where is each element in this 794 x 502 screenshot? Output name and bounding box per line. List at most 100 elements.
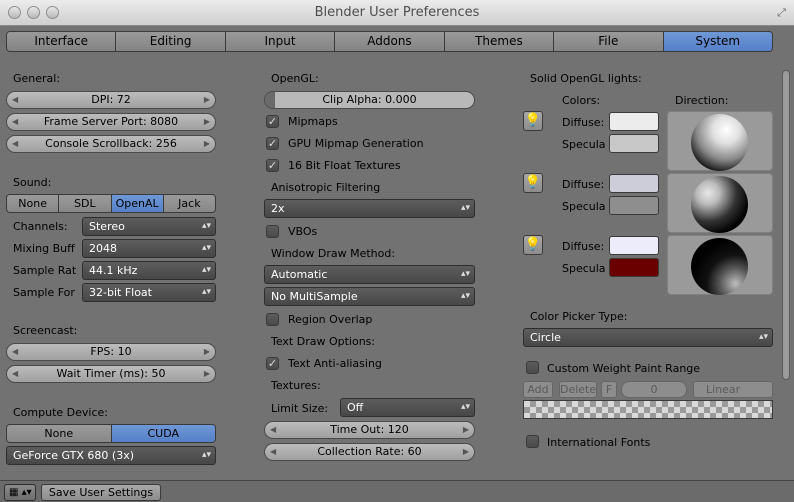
tab-addons[interactable]: Addons xyxy=(335,32,445,51)
checkmark-icon: ✓ xyxy=(267,357,278,370)
clip-alpha-slider[interactable]: Clip Alpha: 0.000 xyxy=(264,91,475,109)
decrement-icon[interactable]: ◀ xyxy=(270,444,276,460)
light-2-diffuse-swatch[interactable] xyxy=(609,174,659,193)
float-textures-checkbox[interactable]: ✓ xyxy=(266,159,279,172)
sample-rate-dropdown[interactable]: 44.1 kHz ▴▾ xyxy=(82,261,216,280)
preferences-tabs: Interface Editing Input Addons Themes Fi… xyxy=(6,31,773,52)
fullscreen-icon[interactable]: ⤢ xyxy=(775,6,788,19)
light-3-specular-label: Specula xyxy=(562,262,606,275)
collection-rate-field[interactable]: ◀ Collection Rate: 60 ▶ xyxy=(264,443,475,461)
window-title: Blender User Preferences xyxy=(314,5,480,20)
ramp-flip-button[interactable]: F xyxy=(601,381,617,398)
frame-server-port-field[interactable]: ◀ Frame Server Port: 8080 ▶ xyxy=(6,113,216,131)
multisample-dropdown[interactable]: No MultiSample ▴▾ xyxy=(264,287,475,306)
slider-fill xyxy=(265,92,275,108)
vbos-checkbox[interactable] xyxy=(266,225,279,238)
gpu-mipmap-label: GPU Mipmap Generation xyxy=(288,137,424,150)
compute-device-none[interactable]: None xyxy=(7,425,112,442)
colors-label: Colors: xyxy=(562,94,601,107)
preferences-icon: ▦ ▴▾ xyxy=(9,487,32,498)
limit-size-dropdown[interactable]: Off ▴▾ xyxy=(340,398,475,417)
time-out-field[interactable]: ◀ Time Out: 120 ▶ xyxy=(264,421,475,439)
scrollbar-thumb[interactable] xyxy=(782,70,790,380)
tab-system[interactable]: System xyxy=(663,32,772,51)
light-3-specular-swatch[interactable] xyxy=(609,258,659,277)
increment-icon[interactable]: ▶ xyxy=(204,114,210,130)
float-textures-label: 16 Bit Float Textures xyxy=(288,159,401,172)
light-1-specular-swatch[interactable] xyxy=(609,134,659,153)
window-titlebar: Blender User Preferences ⤢ xyxy=(0,0,794,26)
tab-file[interactable]: File xyxy=(554,32,664,51)
decrement-icon[interactable]: ◀ xyxy=(12,366,18,382)
light-3-direction-sphere[interactable] xyxy=(691,238,748,295)
fps-field[interactable]: ◀ FPS: 10 ▶ xyxy=(6,343,216,361)
updown-arrow-icon: ▴▾ xyxy=(460,203,470,213)
sound-device-sdl[interactable]: SDL xyxy=(59,195,112,212)
color-picker-type-dropdown[interactable]: Circle ▴▾ xyxy=(523,328,773,347)
decrement-icon[interactable]: ◀ xyxy=(12,92,18,108)
wait-timer-field[interactable]: ◀ Wait Timer (ms): 50 ▶ xyxy=(6,365,216,383)
tab-interface[interactable]: Interface xyxy=(7,32,117,51)
compute-device-cuda[interactable]: CUDA xyxy=(111,425,215,442)
updown-arrow-icon: ▴▾ xyxy=(460,269,470,279)
dpi-field[interactable]: ◀ DPI: 72 ▶ xyxy=(6,91,216,109)
light-3-direction-widget[interactable] xyxy=(667,235,773,295)
ramp-active-index-field[interactable]: 0 xyxy=(621,381,687,398)
region-overlap-checkbox[interactable] xyxy=(266,313,279,326)
decrement-icon[interactable]: ◀ xyxy=(12,136,18,152)
mixing-buffer-dropdown[interactable]: 2048 ▴▾ xyxy=(82,239,216,258)
window-draw-method-label: Window Draw Method: xyxy=(271,247,396,260)
decrement-icon[interactable]: ◀ xyxy=(12,344,18,360)
international-fonts-checkbox[interactable] xyxy=(526,435,539,448)
light-2-toggle[interactable]: 💡 xyxy=(523,173,543,193)
save-user-settings-button[interactable]: Save User Settings xyxy=(41,484,161,501)
increment-icon[interactable]: ▶ xyxy=(204,366,210,382)
increment-icon[interactable]: ▶ xyxy=(463,422,469,438)
window-draw-method-dropdown[interactable]: Automatic ▴▾ xyxy=(264,265,475,284)
mipmaps-checkbox[interactable]: ✓ xyxy=(266,115,279,128)
ramp-add-button[interactable]: Add xyxy=(523,381,553,398)
light-1-toggle[interactable]: 💡 xyxy=(523,111,543,131)
increment-icon[interactable]: ▶ xyxy=(204,344,210,360)
mixing-buffer-label: Mixing Buff xyxy=(13,242,75,255)
light-3-toggle[interactable]: 💡 xyxy=(523,235,543,255)
sound-device-jack[interactable]: Jack xyxy=(163,195,215,212)
light-1-specular-label: Specula xyxy=(562,138,606,151)
vertical-scrollbar[interactable] xyxy=(781,62,791,482)
increment-icon[interactable]: ▶ xyxy=(204,92,210,108)
anisotropic-filtering-dropdown[interactable]: 2x ▴▾ xyxy=(264,199,475,218)
tab-input[interactable]: Input xyxy=(225,32,336,51)
light-1-diffuse-swatch[interactable] xyxy=(609,112,659,131)
sample-format-dropdown[interactable]: 32-bit Float ▴▾ xyxy=(82,283,216,302)
updown-arrow-icon: ▴▾ xyxy=(201,265,211,275)
tab-editing[interactable]: Editing xyxy=(116,32,226,51)
ramp-interpolation-dropdown[interactable]: Linear xyxy=(693,381,773,398)
gpu-mipmap-checkbox[interactable]: ✓ xyxy=(266,137,279,150)
decrement-icon[interactable]: ◀ xyxy=(12,114,18,130)
increment-icon[interactable]: ▶ xyxy=(204,136,210,152)
gpu-device-dropdown[interactable]: GeForce GTX 680 (3x) ▴▾ xyxy=(6,446,216,465)
console-scrollback-field[interactable]: ◀ Console Scrollback: 256 ▶ xyxy=(6,135,216,153)
sample-format-label: Sample For xyxy=(13,286,75,299)
light-2-direction-sphere[interactable] xyxy=(691,176,748,233)
light-1-direction-sphere[interactable] xyxy=(691,114,748,171)
light-2-direction-widget[interactable] xyxy=(667,173,773,233)
region-overlap-label: Region Overlap xyxy=(288,313,373,326)
sound-device-openal[interactable]: OpenAL xyxy=(111,195,164,212)
light-3-diffuse-swatch[interactable] xyxy=(609,236,659,255)
light-2-specular-swatch[interactable] xyxy=(609,196,659,215)
ramp-delete-button[interactable]: Delete xyxy=(559,381,597,398)
decrement-icon[interactable]: ◀ xyxy=(270,422,276,438)
increment-icon[interactable]: ▶ xyxy=(463,444,469,460)
tab-themes[interactable]: Themes xyxy=(444,32,555,51)
editor-type-menu[interactable]: ▦ ▴▾ xyxy=(4,484,36,501)
channels-dropdown[interactable]: Stereo ▴▾ xyxy=(82,217,216,236)
sound-device-none[interactable]: None xyxy=(7,195,60,212)
lightbulb-icon: 💡 xyxy=(524,113,542,128)
light-1-direction-widget[interactable] xyxy=(667,111,773,171)
color-ramp-preview[interactable] xyxy=(523,400,773,419)
international-fonts-label: International Fonts xyxy=(547,436,651,449)
text-antialiasing-checkbox[interactable]: ✓ xyxy=(266,357,279,370)
custom-weight-paint-checkbox[interactable] xyxy=(526,361,539,374)
updown-arrow-icon: ▴▾ xyxy=(201,243,211,253)
